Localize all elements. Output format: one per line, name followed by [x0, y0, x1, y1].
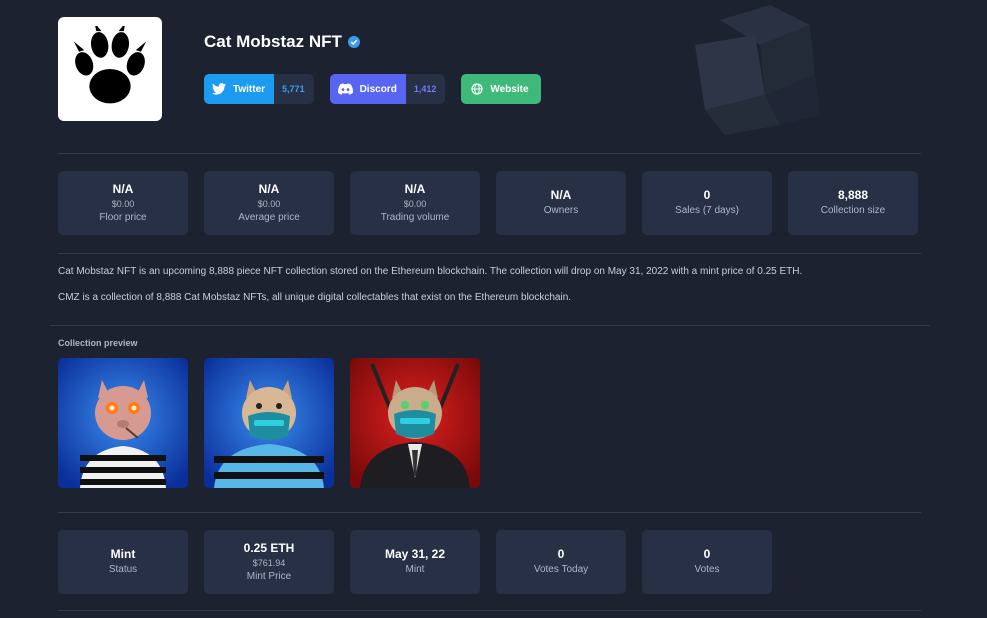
twitter-button-main: Twitter — [204, 74, 275, 104]
website-label: Website — [490, 83, 529, 95]
discord-member-count: 1,412 — [413, 84, 437, 94]
stat-value: N/A — [404, 181, 426, 196]
stat-floor-price: N/A $0.00 Floor price — [58, 171, 188, 235]
collection-page: Cat Mobstaz NFT Twitter 5,771 Discord 1,… — [0, 0, 987, 618]
stat-label: Status — [108, 564, 138, 575]
decorative-cubes-graphic — [695, 5, 820, 135]
stat-value: 8,888 — [837, 188, 869, 202]
twitter-label: Twitter — [233, 83, 266, 95]
divider — [58, 610, 921, 611]
nft-preview-image-1[interactable] — [58, 358, 188, 488]
description-paragraph-1: Cat Mobstaz NFT is an upcoming 8,888 pie… — [58, 266, 803, 277]
nft-preview-image-3[interactable] — [350, 358, 480, 488]
title-row: Cat Mobstaz NFT — [204, 32, 360, 52]
stat-average-price: N/A $0.00 Average price — [204, 171, 334, 235]
stat-usd: $0.00 — [111, 198, 135, 209]
description-paragraph-2: CMZ is a collection of 8,888 Cat Mobstaz… — [58, 292, 572, 303]
stat-value: N/A — [550, 188, 572, 202]
discord-link[interactable]: Discord 1,412 — [329, 74, 446, 104]
divider — [58, 153, 921, 154]
stat-value: N/A — [258, 181, 280, 196]
divider — [58, 253, 921, 254]
divider — [58, 512, 921, 513]
stat-label: Sales (7 days) — [675, 205, 739, 216]
stat-usd: $0.00 — [403, 198, 427, 209]
stat-usd: $761.94 — [252, 557, 286, 568]
verified-badge-icon — [347, 36, 360, 48]
stat-value: Mint — [110, 547, 136, 561]
stat-collection-size: 8,888 Collection size — [788, 171, 918, 235]
stat-mint-date: May 31, 22 Mint — [350, 530, 480, 594]
globe-icon — [471, 83, 483, 95]
divider — [50, 325, 930, 326]
stat-votes-today: 0 Votes Today — [496, 530, 626, 594]
stat-label: Mint Price — [246, 570, 292, 582]
twitter-link[interactable]: Twitter 5,771 — [204, 74, 314, 104]
stat-trading-volume: N/A $0.00 Trading volume — [350, 171, 480, 235]
stat-value: 0.25 ETH — [243, 540, 295, 555]
twitter-follower-count: 5,771 — [282, 84, 305, 94]
mint-stats: Mint Status 0.25 ETH $761.94 Mint Price … — [58, 530, 772, 594]
stat-label: Owners — [543, 205, 579, 216]
website-link[interactable]: Website — [461, 74, 541, 104]
stat-label: Average price — [238, 211, 300, 223]
nft-preview-image-2[interactable] — [204, 358, 334, 488]
collection-preview-heading: Collection preview — [58, 338, 138, 348]
collection-logo — [58, 17, 162, 121]
stat-value: 0 — [703, 547, 711, 561]
stat-label: Mint — [405, 564, 425, 575]
stat-label: Floor price — [99, 211, 147, 223]
stat-label: Votes Today — [533, 564, 589, 575]
stat-usd: $0.00 — [257, 198, 281, 209]
stat-status: Mint Status — [58, 530, 188, 594]
stat-value: 0 — [703, 188, 711, 202]
social-links: Twitter 5,771 Discord 1,412 Website — [204, 74, 541, 104]
stat-value: 0 — [557, 547, 565, 561]
website-button-main: Website — [461, 74, 541, 104]
stat-label: Votes — [694, 564, 720, 575]
stat-label: Trading volume — [380, 211, 450, 223]
collection-title: Cat Mobstaz NFT — [204, 32, 342, 51]
twitter-bird-icon — [212, 83, 226, 95]
stat-mint-price: 0.25 ETH $761.94 Mint Price — [204, 530, 334, 594]
stat-value: N/A — [112, 181, 134, 196]
discord-label: Discord — [359, 83, 397, 95]
stat-value: May 31, 22 — [384, 547, 446, 561]
stat-sales-7-days: 0 Sales (7 days) — [642, 171, 772, 235]
stat-votes: 0 Votes — [642, 530, 772, 594]
discord-icon — [337, 83, 353, 95]
market-stats: N/A $0.00 Floor price N/A $0.00 Average … — [58, 171, 918, 235]
paw-print-icon — [73, 26, 147, 104]
collection-preview-gallery — [58, 358, 480, 488]
stat-label: Collection size — [820, 205, 886, 216]
stat-owners: N/A Owners — [496, 171, 626, 235]
discord-button-main: Discord — [329, 74, 406, 104]
